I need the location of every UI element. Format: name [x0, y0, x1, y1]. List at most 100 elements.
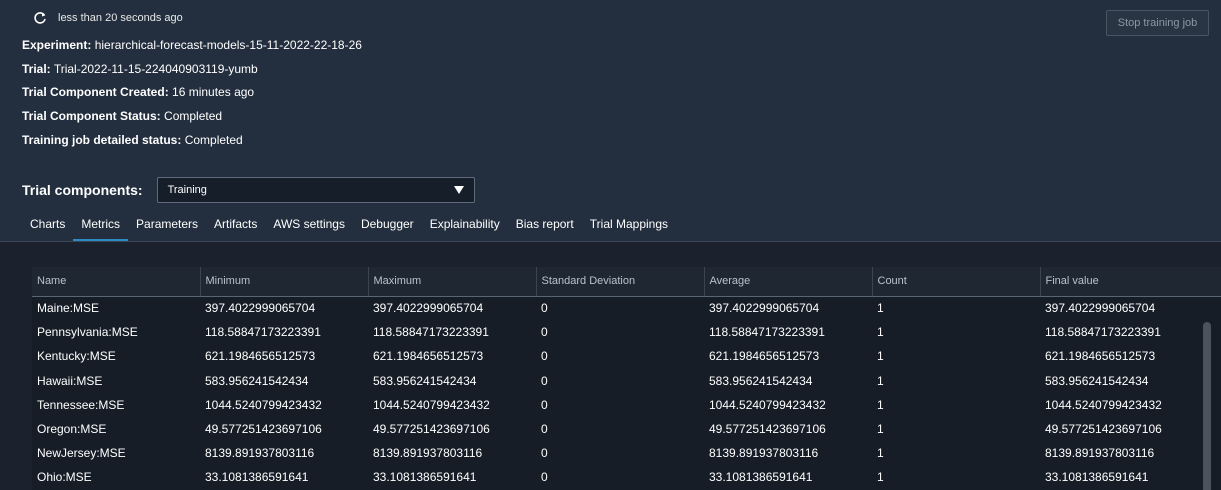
job-status-value: Completed: [184, 133, 243, 147]
experiment-value: hierarchical-forecast-models-15-11-2022-…: [94, 38, 362, 52]
trial-components-selected: Training: [167, 184, 207, 196]
column-header-minimum[interactable]: Minimum: [200, 267, 369, 297]
tab-bias-report[interactable]: Bias report: [508, 210, 582, 241]
metric-maximum: 8139.891937803116: [373, 446, 483, 461]
last-refreshed-text: less than 20 seconds ago: [58, 12, 183, 24]
metrics-table: Name Minimum Maximum Standard Deviation …: [32, 267, 1221, 490]
metric-average: 1044.5240799423432: [709, 397, 826, 412]
metric-minimum: 1044.5240799423432: [205, 397, 322, 412]
metric-name: Ohio:MSE: [37, 470, 92, 485]
trial-components-row: Trial components: Training: [22, 177, 475, 203]
metric-final-value: 8139.891937803116: [1045, 446, 1155, 461]
metric-minimum: 49.577251423697106: [205, 422, 322, 437]
trial-components-label: Trial components:: [22, 182, 143, 198]
tab-trial-mappings[interactable]: Trial Mappings: [582, 210, 676, 241]
column-header-maximum[interactable]: Maximum: [368, 267, 537, 297]
metric-count: 1: [877, 325, 884, 340]
table-header-row: Name Minimum Maximum Standard Deviation …: [32, 267, 1221, 297]
metric-count: 1: [877, 301, 884, 316]
table-row[interactable]: Hawaii:MSE 583.956241542434 583.95624154…: [32, 369, 1221, 393]
metric-maximum: 397.4022999065704: [373, 301, 484, 316]
metric-final-value: 621.1984656512573: [1045, 349, 1156, 364]
metric-average: 583.956241542434: [709, 373, 813, 388]
column-header-count[interactable]: Count: [872, 267, 1041, 297]
metric-minimum: 621.1984656512573: [205, 349, 316, 364]
job-status-line: Training job detailed status: Completed: [22, 133, 243, 147]
metric-average: 49.577251423697106: [709, 422, 826, 437]
metric-final-value: 397.4022999065704: [1045, 301, 1156, 316]
metric-name: NewJersey:MSE: [37, 446, 126, 461]
metric-count: 1: [877, 422, 884, 437]
tab-debugger[interactable]: Debugger: [353, 210, 422, 241]
tab-bar: Charts Metrics Parameters Artifacts AWS …: [22, 210, 676, 241]
metric-name: Oregon:MSE: [37, 422, 107, 437]
trial-label: Trial:: [22, 62, 51, 76]
tab-explainability[interactable]: Explainability: [422, 210, 508, 241]
metric-name: Maine:MSE: [37, 301, 100, 316]
created-line: Trial Component Created: 16 minutes ago: [22, 85, 254, 99]
metrics-table-container: Name Minimum Maximum Standard Deviation …: [32, 267, 1221, 490]
metric-average: 33.1081386591641: [709, 470, 813, 485]
metric-count: 1: [877, 470, 884, 485]
metric-name: Pennsylvania:MSE: [37, 325, 138, 340]
metric-std-dev: 0: [541, 373, 548, 388]
metrics-panel: Name Minimum Maximum Standard Deviation …: [0, 242, 1221, 490]
trial-line: Trial: Trial-2022-11-15-224040903119-yum…: [22, 62, 258, 76]
table-scrollbar[interactable]: [1203, 322, 1211, 490]
stop-training-job-button[interactable]: Stop training job: [1106, 10, 1209, 36]
metric-final-value: 1044.5240799423432: [1045, 397, 1162, 412]
metric-average: 118.58847173223391: [709, 325, 825, 340]
column-header-std-dev[interactable]: Standard Deviation: [536, 267, 705, 297]
metric-name: Kentucky:MSE: [37, 349, 116, 364]
metric-average: 621.1984656512573: [709, 349, 820, 364]
experiment-line: Experiment: hierarchical-forecast-models…: [22, 38, 362, 52]
metric-minimum: 8139.891937803116: [205, 446, 315, 461]
metric-final-value: 118.58847173223391: [1045, 325, 1161, 340]
tab-parameters[interactable]: Parameters: [128, 210, 206, 241]
metric-maximum: 49.577251423697106: [373, 422, 490, 437]
column-header-average[interactable]: Average: [704, 267, 873, 297]
tab-artifacts[interactable]: Artifacts: [206, 210, 265, 241]
tab-charts[interactable]: Charts: [22, 210, 73, 241]
experiment-header: less than 20 seconds ago Stop training j…: [0, 0, 1221, 252]
metric-name: Hawaii:MSE: [37, 373, 103, 388]
metric-final-value: 33.1081386591641: [1045, 470, 1149, 485]
metric-maximum: 33.1081386591641: [373, 470, 477, 485]
metric-std-dev: 0: [541, 422, 548, 437]
metric-std-dev: 0: [541, 349, 548, 364]
table-row[interactable]: Maine:MSE 397.4022999065704 397.40229990…: [32, 296, 1221, 320]
metric-std-dev: 0: [541, 325, 548, 340]
status-label: Trial Component Status:: [22, 109, 161, 123]
trial-value: Trial-2022-11-15-224040903119-yumb: [53, 62, 258, 76]
trial-components-select[interactable]: Training: [156, 177, 475, 203]
status-line: Trial Component Status: Completed: [22, 109, 222, 123]
metric-maximum: 1044.5240799423432: [373, 397, 490, 412]
metric-std-dev: 0: [541, 446, 548, 461]
column-header-final-value[interactable]: Final value: [1040, 267, 1221, 297]
column-header-name[interactable]: Name: [32, 267, 201, 297]
metric-name: Tennessee:MSE: [37, 397, 125, 412]
metric-std-dev: 0: [541, 470, 548, 485]
metric-minimum: 583.956241542434: [205, 373, 309, 388]
table-row[interactable]: Ohio:MSE 33.1081386591641 33.10813865916…: [32, 465, 1221, 489]
metric-std-dev: 0: [541, 301, 548, 316]
refresh-icon[interactable]: [32, 10, 48, 26]
table-row[interactable]: Oregon:MSE 49.577251423697106 49.5772514…: [32, 417, 1221, 441]
tab-aws-settings[interactable]: AWS settings: [265, 210, 353, 241]
metric-count: 1: [877, 349, 884, 364]
metric-final-value: 49.577251423697106: [1045, 422, 1162, 437]
experiment-label: Experiment:: [22, 38, 92, 52]
metric-minimum: 118.58847173223391: [205, 325, 321, 340]
metric-maximum: 583.956241542434: [373, 373, 477, 388]
metric-std-dev: 0: [541, 397, 548, 412]
metric-maximum: 118.58847173223391: [373, 325, 489, 340]
metric-minimum: 33.1081386591641: [205, 470, 309, 485]
table-row[interactable]: NewJersey:MSE 8139.891937803116 8139.891…: [32, 441, 1221, 465]
tab-metrics[interactable]: Metrics: [73, 210, 128, 241]
status-value: Completed: [164, 109, 223, 123]
table-row[interactable]: Pennsylvania:MSE 118.58847173223391 118.…: [32, 320, 1221, 344]
metric-count: 1: [877, 373, 884, 388]
table-row[interactable]: Tennessee:MSE 1044.5240799423432 1044.52…: [32, 393, 1221, 417]
table-row[interactable]: Kentucky:MSE 621.1984656512573 621.19846…: [32, 344, 1221, 368]
job-status-label: Training job detailed status:: [22, 133, 182, 147]
